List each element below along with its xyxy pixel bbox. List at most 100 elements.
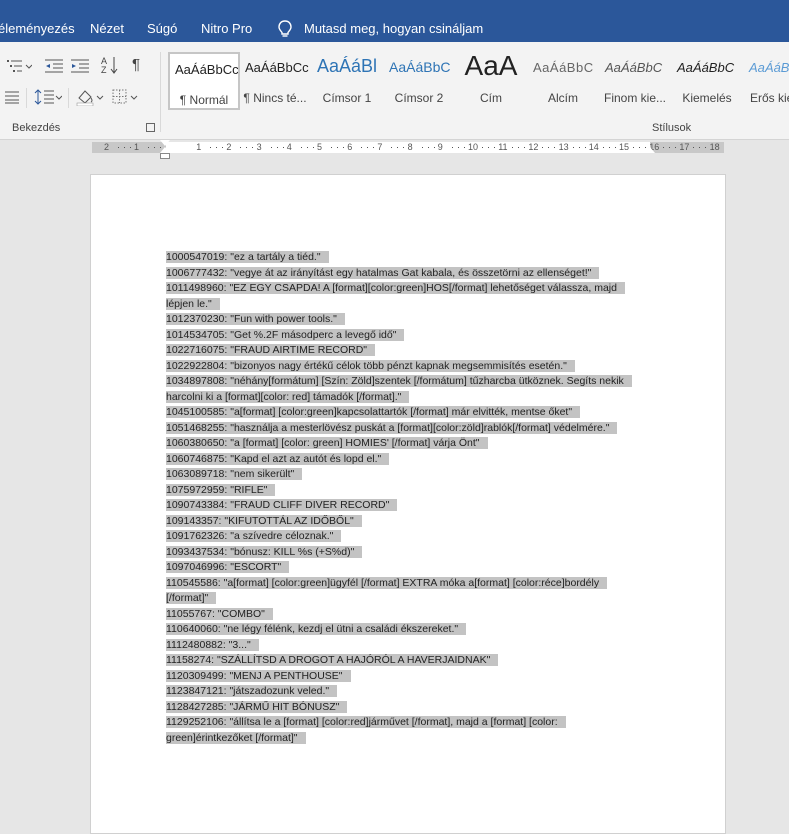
style-normal[interactable]: AaÁáBbCc ¶ Normál	[168, 52, 240, 110]
ruler-tick	[222, 147, 224, 148]
selected-text: [/format]"	[166, 592, 217, 604]
style-preview: AaÁáB	[749, 60, 789, 75]
increase-indent-icon[interactable]	[70, 58, 90, 74]
style-preview: AaÁáBbC	[533, 60, 594, 75]
document-line[interactable]: 109143357: "KIFUTOTTÁL AZ IDŐBŐL"	[166, 514, 656, 530]
selected-text: green]érintkezőket [/format]"	[166, 731, 306, 744]
document-line[interactable]: 1128427285: "JÁRMŰ HIT BÓNUSZ"	[166, 700, 656, 716]
menu-view[interactable]: Nézet	[90, 21, 124, 36]
show-formatting-icon[interactable]: ¶	[132, 56, 140, 73]
left-indent-marker[interactable]	[160, 153, 170, 159]
document-line[interactable]: 1075972959: "RIFLE"	[166, 483, 656, 499]
right-indent-marker[interactable]	[645, 147, 655, 153]
shading-icon[interactable]	[75, 88, 105, 106]
style-title[interactable]: AaA Cím	[456, 50, 526, 110]
menu-nitro-pro[interactable]: Nitro Pro	[201, 21, 252, 36]
document-line[interactable]: 1091762326: "a szívedre céloznak."	[166, 529, 656, 545]
document-line[interactable]: 1012370230: "Fun with power tools."	[166, 312, 656, 328]
ruler-tick	[463, 147, 465, 148]
document-line[interactable]: 1060746875: "Kapd el azt az autót és lop…	[166, 452, 656, 468]
ruler-number: 5	[317, 142, 323, 152]
document-line[interactable]: 1011498960: "EZ EGY CSAPDA! A [format][c…	[166, 281, 656, 297]
ruler-number: 2	[226, 142, 232, 152]
style-subtle-emphasis[interactable]: AaÁáBbC Finom kie...	[600, 52, 670, 110]
style-subtitle[interactable]: AaÁáBbC Alcím	[528, 52, 598, 110]
document-line[interactable]: 1129252106: "állítsa le a [format] [colo…	[166, 715, 656, 731]
sort-icon[interactable]: A Z	[100, 55, 120, 75]
document-line[interactable]: 1045100585: "a[format] [color:green]kapc…	[166, 405, 656, 421]
document-line[interactable]: 110545586: "a[format] [color:green]ügyfé…	[166, 576, 656, 592]
document-line[interactable]: 1022716075: "FRAUD AIRTIME RECORD"	[166, 343, 656, 359]
tell-me-search[interactable]: Mutasd meg, hogyan csináljam	[304, 21, 483, 36]
ruler-number: 1	[196, 142, 202, 152]
ruler-tick	[554, 147, 556, 148]
document-line[interactable]: 1123847121: "játszadozunk veled."	[166, 684, 656, 700]
menu-help[interactable]: Súgó	[147, 21, 177, 36]
borders-icon[interactable]	[111, 88, 141, 106]
ruler-number: 7	[377, 142, 383, 152]
first-line-indent-marker[interactable]	[160, 140, 170, 146]
justify-icon[interactable]	[4, 90, 20, 104]
selected-text: 1063089718: "nem sikerült"	[166, 468, 303, 480]
document-line[interactable]: 1063089718: "nem sikerült"	[166, 467, 656, 483]
document-line[interactable]: 1051468255: "használja a mesterlövész pu…	[166, 421, 656, 437]
document-line[interactable]: 1022922804: "bizonyos nagy értékű célok …	[166, 359, 656, 375]
document-line[interactable]: 1060380650: "a [format] [color: green] H…	[166, 436, 656, 452]
line-spacing-icon[interactable]	[34, 88, 62, 106]
selected-text: 11055767: "COMBO"	[166, 607, 273, 620]
document-body[interactable]: 1000547019: "ez a tartály a tiéd." 100677…	[166, 250, 656, 746]
document-line[interactable]: 1000547019: "ez a tartály a tiéd."	[166, 250, 656, 266]
selected-text: 1112480882: "3..."	[166, 638, 259, 651]
ruler-tick	[124, 147, 125, 148]
document-line[interactable]: 11055767: "COMBO"	[166, 607, 656, 623]
style-intense-emphasis[interactable]: AaÁáB Erős kie	[744, 52, 789, 110]
document-line[interactable]: 11158274: "SZÁLLÍTSD A DROGOT A HAJÓRÓL …	[166, 653, 656, 669]
document-line[interactable]: 1034897808: "néhány[formátum] [Szín: Zöl…	[166, 374, 656, 390]
ruler-tick	[451, 147, 453, 148]
selected-text: 1012370230: "Fun with power tools."	[166, 313, 345, 325]
selected-text: 1129252106: "állítsa le a [format] [colo…	[166, 716, 566, 728]
ruler-tick	[518, 147, 520, 148]
style-heading-2[interactable]: AaÁáBbC Címsor 2	[384, 52, 454, 110]
selected-text: 110640060: "ne légy félénk, kezdj el ütn…	[166, 623, 467, 635]
ruler-number: 15	[619, 142, 630, 152]
document-line[interactable]: 1112480882: "3..."	[166, 638, 656, 654]
ruler-tick	[542, 147, 544, 148]
document-line[interactable]: harcolni ki a [format][color: red] támad…	[166, 390, 656, 406]
style-name: Erős kie	[750, 91, 789, 105]
ruler-number: 2	[104, 142, 110, 152]
document-line[interactable]: 1006777432: "vegye át az irányítást egy …	[166, 266, 656, 282]
selected-text: 109143357: "KIFUTOTTÁL AZ IDŐBŐL"	[166, 514, 362, 527]
document-line[interactable]: 1093437534: "bónusz: KILL %s (+S%d)"	[166, 545, 656, 561]
ruler-tick	[148, 147, 149, 148]
document-line[interactable]: 1120309499: "MENJ A PENTHOUSE"	[166, 669, 656, 685]
ruler-number: 9	[437, 142, 443, 152]
document-line[interactable]: 1090743384: "FRAUD CLIFF DIVER RECORD"	[166, 498, 656, 514]
document-line[interactable]: 110640060: "ne légy félénk, kezdj el ütn…	[166, 622, 656, 638]
menu-review[interactable]: éleményezés	[0, 21, 75, 36]
paragraph-dialog-launcher-icon[interactable]	[146, 123, 155, 132]
document-line[interactable]: [/format]"	[166, 591, 656, 607]
styles-group-label: Stílusok	[652, 122, 692, 134]
ruler-tick	[306, 147, 308, 148]
style-emphasis[interactable]: AaÁáBbC Kiemelés	[672, 52, 742, 110]
selected-text: 1045100585: "a[format] [color:green]kapc…	[166, 406, 581, 418]
document-line[interactable]: green]érintkezőket [/format]"	[166, 731, 656, 747]
ruler-tick	[482, 147, 483, 148]
ruler-tick	[427, 147, 429, 148]
style-no-spacing[interactable]: AaÁáBbCc ¶ Nincs té...	[240, 52, 310, 110]
ribbon: A Z ¶ Bekezdés AaÁáBbCc ¶ Normál AaÁáBbC…	[0, 42, 789, 140]
ruler-tick	[367, 147, 369, 148]
multilevel-list-icon[interactable]	[6, 58, 32, 74]
document-line[interactable]: 1097046996: "ESCORT"	[166, 560, 656, 576]
lightbulb-icon[interactable]	[276, 19, 294, 39]
horizontal-ruler[interactable]: 2 1 1 2 3 4 5 6 7 8 9 10 11 12 13 14 15 16 17 18	[92, 142, 724, 153]
decrease-indent-icon[interactable]	[44, 58, 64, 74]
document-line[interactable]: lépjen le."	[166, 297, 656, 313]
ruler-tick	[602, 147, 604, 148]
document-line[interactable]: 1014534705: "Get %.2F másodperc a levegő…	[166, 328, 656, 344]
style-name: Kiemelés	[682, 91, 732, 105]
style-heading-1[interactable]: AaÁáBl Címsor 1	[312, 52, 382, 110]
selected-text: 1120309499: "MENJ A PENTHOUSE"	[166, 669, 351, 682]
ruler-tick	[312, 147, 314, 148]
